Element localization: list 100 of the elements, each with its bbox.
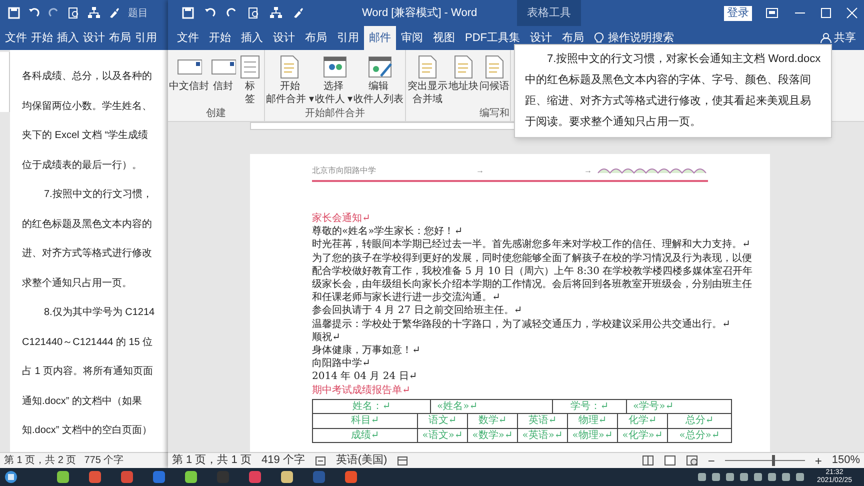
share-button[interactable]: 共享: [820, 30, 856, 46]
ribbon-tab[interactable]: 审阅: [396, 26, 428, 50]
document-paragraph: 顺祝↵: [312, 330, 342, 344]
tray-icon[interactable]: [724, 472, 735, 482]
web-layout-icon[interactable]: [686, 455, 698, 466]
document-paragraph: 温馨提示：学校处于繁华路段的十字路口，为了减轻交通压力，学校建议采用公共交通出行。↵: [312, 318, 732, 331]
app-icon[interactable]: [120, 470, 134, 484]
sign-in-button[interactable]: 登录: [724, 6, 752, 20]
redo-icon[interactable]: [48, 7, 60, 19]
zoom-out-button[interactable]: −: [708, 454, 715, 466]
zoom-in-button[interactable]: +: [814, 454, 822, 466]
table-cell: 姓名：↵: [313, 400, 431, 414]
tray-icon[interactable]: [794, 472, 805, 482]
window-title: 题目: [128, 6, 148, 20]
document-paragraph: 向阳路中学↵: [312, 357, 372, 370]
tray-icon[interactable]: [710, 472, 721, 482]
save-icon[interactable]: [8, 7, 20, 19]
ribbon-tab[interactable]: 布局: [557, 26, 589, 50]
ribbon-tab[interactable]: 插入: [56, 30, 80, 46]
app-icon[interactable]: [184, 470, 198, 484]
tab-mark: →: [476, 165, 484, 177]
table-cell: 化学↵: [618, 414, 668, 429]
ribbon-tab[interactable]: 引用: [332, 26, 364, 50]
hierarchy-icon[interactable]: [88, 7, 100, 19]
start-icon[interactable]: [4, 470, 18, 484]
ribbon-tab[interactable]: PDF工具集: [460, 26, 525, 50]
table-cell: 科目↵: [313, 414, 418, 429]
ribbon-tab[interactable]: 插入: [236, 26, 268, 50]
app-icon[interactable]: [280, 470, 294, 484]
undo-icon[interactable]: [204, 7, 216, 19]
document-text-line: C121440～C121444 的 15 位: [22, 336, 153, 350]
document-paragraph: 期中考试成绩报告单↵: [312, 384, 412, 397]
ribbon-button[interactable]: 地址块: [448, 54, 479, 106]
tell-me-search[interactable]: 操作说明搜索: [593, 30, 674, 46]
document-paragraph: 尊敬的«姓名»学生家长：您好！↵: [312, 225, 464, 238]
app-icon[interactable]: [56, 470, 70, 484]
app-icon[interactable]: [344, 470, 358, 484]
print-preview-icon[interactable]: [248, 7, 260, 19]
maximize-icon[interactable]: [820, 7, 832, 19]
redo-icon[interactable]: [226, 7, 238, 19]
zoom-slider-thumb[interactable]: [772, 455, 775, 466]
document-paragraph: 家长会通知↵: [312, 212, 372, 226]
table-cell: 学号：↵: [553, 400, 627, 414]
table-cell: 语文↵: [418, 414, 468, 429]
document-icon: [485, 55, 504, 79]
edit-list-icon: [366, 54, 392, 80]
ribbon-tab[interactable]: 设计: [525, 26, 557, 50]
popup-text: 7.按照中文的行文习惯，对家长会通知主文档 Word.docx 中的红色标题及黑色文本内容的字体、字号、颜色、段落间距、缩进、对齐方式等格式进行修改，使其看起来美观且易于阅读。要求整个通知只占用一页。: [525, 52, 821, 130]
zoom-slider[interactable]: [724, 455, 805, 466]
ribbon-button[interactable]: 开始 邮件合并 ▾: [266, 54, 314, 106]
table-cell: 物理↵: [568, 414, 618, 429]
tray-icon[interactable]: [780, 472, 791, 482]
ribbon-tab[interactable]: 文件: [4, 30, 28, 46]
ribbon-tab[interactable]: 视图: [428, 26, 460, 50]
tray-icon[interactable]: [738, 472, 749, 482]
ribbon-button[interactable]: 中文信封: [169, 54, 209, 106]
ribbon-tab[interactable]: 开始: [30, 30, 54, 46]
ribbon-tab[interactable]: 设计: [82, 30, 106, 46]
print-layout-icon[interactable]: [664, 455, 676, 466]
ribbon-tab[interactable]: 开始: [204, 26, 236, 50]
macro-icon[interactable]: [397, 455, 408, 466]
language[interactable]: 英语(美国): [336, 452, 388, 469]
ribbon-tab[interactable]: 邮件: [364, 26, 396, 50]
ribbon-button[interactable]: 标 签: [237, 54, 263, 106]
read-mode-icon[interactable]: [642, 455, 654, 466]
people-list-icon: [320, 54, 347, 80]
ribbon-tab[interactable]: 文件: [172, 26, 204, 50]
tray-icon[interactable]: [696, 472, 707, 482]
document-paragraph: 为了您的孩子在学校得到更好的发展，同时使您能够全面了解孩子在校的学习情况及行为表现，以便配合学校做好教育工作，我校准备 5 月 10 日（周六）上午 8:30 在学校教学楼四楼多媒体室召开年级家长会，由年级组长向家长介绍本学期的工作情况。会后将回到各班教室开班级会，分别由班主任和任课老师与家长进行进一步交流沟通。↵: [312, 252, 754, 304]
ribbon-button[interactable]: 突出显示 合并域: [408, 54, 448, 106]
brush-icon[interactable]: [292, 7, 304, 19]
ribbon-button[interactable]: 选择 收件人 ▾: [314, 54, 353, 106]
ribbon-tab[interactable]: 引用: [134, 30, 158, 46]
ribbon-display-icon[interactable]: [766, 7, 778, 19]
tray-icon[interactable]: [752, 472, 763, 482]
app-icon[interactable]: [88, 470, 102, 484]
ribbon-button[interactable]: 编辑 收件人列表: [354, 54, 404, 106]
tab-mark: →: [584, 165, 592, 177]
ribbon-tab[interactable]: 设计: [268, 26, 300, 50]
document-text-line: 求整个通知只占用一页。: [22, 276, 132, 290]
tray-icon[interactable]: [766, 472, 777, 482]
close-icon[interactable]: [846, 7, 858, 19]
ribbon-button[interactable]: 问候语: [480, 54, 510, 106]
ribbon-tab[interactable]: 布局: [300, 26, 332, 50]
ribbon-button[interactable]: 信封: [210, 54, 236, 106]
save-icon[interactable]: [182, 7, 194, 19]
brush-icon[interactable]: [108, 7, 120, 19]
document-text-line: 位于成绩表的最后一行）。: [22, 158, 142, 172]
undo-icon[interactable]: [28, 7, 40, 19]
ribbon-tab[interactable]: 布局: [108, 30, 132, 46]
print-preview-icon[interactable]: [68, 7, 80, 19]
document-text-line: 的红色标题及黑色文本内容的: [22, 218, 152, 232]
document-text-line: 知.docx” 文档中的空白页面）: [22, 424, 152, 438]
group-label: 开始邮件合并: [304, 106, 365, 121]
document-paragraph: 时光荏苒，转眼间本学期已经过去一半。首先感谢您多年来对学校工作的信任、理解和大力支持。↵: [312, 238, 752, 252]
app-icon[interactable]: [248, 470, 262, 484]
zoom-level[interactable]: 150%: [832, 452, 860, 469]
table-cell: «姓名»↵: [431, 400, 553, 414]
proofing-icon[interactable]: [314, 455, 326, 466]
hierarchy-icon[interactable]: [270, 7, 282, 19]
